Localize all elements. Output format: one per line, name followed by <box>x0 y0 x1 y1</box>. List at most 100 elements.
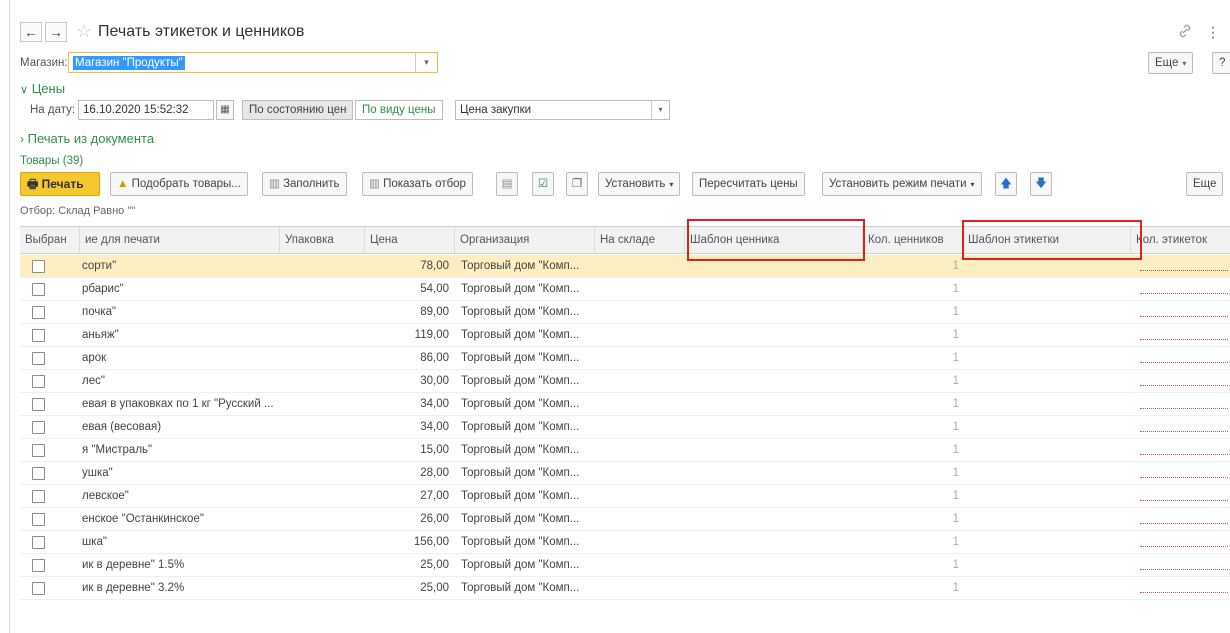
cell-label-qty[interactable] <box>1140 546 1228 547</box>
cell-label-qty[interactable] <box>1140 592 1228 593</box>
show-filter-button[interactable]: ▥ Показать отбор <box>362 172 473 196</box>
check-all-button[interactable]: ☑ <box>532 172 554 196</box>
row-checkbox[interactable] <box>32 582 45 595</box>
calendar-icon[interactable]: ▦ <box>216 100 234 120</box>
cell-price-qty: 1 <box>952 490 959 502</box>
cell-label-qty[interactable] <box>1140 293 1228 294</box>
chevron-right-icon: › <box>20 132 24 146</box>
row-checkbox[interactable] <box>32 352 45 365</box>
favorite-star-icon[interactable]: ☆ <box>76 21 92 41</box>
cell-label-qty[interactable] <box>1140 523 1228 524</box>
table-row[interactable]: лес" 30,00 Торговый дом "Комп... 1 <box>20 370 1230 393</box>
col-selected[interactable]: Выбран <box>20 227 80 254</box>
more-vertical-icon[interactable]: ⋮ <box>1206 24 1220 41</box>
table-row[interactable]: ик в деревне" 1.5% 25,00 Торговый дом "Ком… <box>20 554 1230 577</box>
prices-section-toggle[interactable]: ∨ Цены <box>20 81 65 98</box>
date-input[interactable]: 16.10.2020 15:52:32 <box>78 100 214 120</box>
row-checkbox[interactable] <box>32 283 45 296</box>
pick-goods-label: Подобрать товары... <box>131 178 241 190</box>
table-row[interactable]: шка" 156,00 Торговый дом "Комп... 1 <box>20 531 1230 554</box>
col-org[interactable]: Организация <box>455 227 595 254</box>
price-type-select[interactable]: Цена закупки ▾ <box>455 100 670 120</box>
table-row[interactable]: левское" 27,00 Торговый дом "Комп... 1 <box>20 485 1230 508</box>
set-print-mode-button[interactable]: Установить режим печати ▾ <box>822 172 982 196</box>
cell-price: 30,00 <box>420 375 449 387</box>
col-price-qty[interactable]: Кол. ценников <box>863 227 963 254</box>
store-select[interactable]: Магазин "Продукты" ▾ <box>68 52 438 73</box>
table-row[interactable]: рбарис" 54,00 Торговый дом "Комп... 1 <box>20 278 1230 301</box>
by-price-state-toggle[interactable]: По состоянию цен <box>242 100 354 120</box>
col-stock[interactable]: На складе <box>595 227 685 254</box>
cell-name: левское" <box>82 490 129 502</box>
row-checkbox[interactable] <box>32 375 45 388</box>
cell-label-qty[interactable] <box>1140 500 1228 501</box>
row-checkbox[interactable] <box>32 260 45 273</box>
cell-label-qty[interactable] <box>1140 454 1228 455</box>
table-row[interactable]: енское "Останкинское" 26,00 Торговый дом "… <box>20 508 1230 531</box>
toolbar-more-button[interactable]: Еще <box>1186 172 1224 196</box>
row-checkbox[interactable] <box>32 306 45 319</box>
cell-price: 78,00 <box>420 260 449 272</box>
row-checkbox[interactable] <box>32 421 45 434</box>
cell-label-qty[interactable] <box>1140 477 1228 478</box>
cell-label-qty[interactable] <box>1140 316 1228 317</box>
cell-label-qty[interactable] <box>1140 270 1228 271</box>
more-button[interactable]: Еще ▾ <box>1148 52 1194 74</box>
row-checkbox[interactable] <box>32 559 45 572</box>
link-icon[interactable] <box>1178 24 1192 41</box>
set-button[interactable]: Установить ▾ <box>598 172 681 196</box>
table-row[interactable]: евая в упаковках по 1 кг "Русский ... 34,… <box>20 393 1230 416</box>
col-label-qty[interactable]: Кол. этикеток <box>1131 227 1230 254</box>
by-price-type-toggle[interactable]: По виду цены <box>355 100 443 120</box>
table-row[interactable]: ушка" 28,00 Торговый дом "Комп... 1 <box>20 462 1230 485</box>
row-checkbox[interactable] <box>32 467 45 480</box>
caret-down-icon: ▾ <box>970 180 975 189</box>
fill-button[interactable]: ▥ Заполнить <box>262 172 347 196</box>
cell-label-qty[interactable] <box>1140 339 1228 340</box>
help-button[interactable]: ? <box>1212 52 1230 74</box>
row-checkbox[interactable] <box>32 536 45 549</box>
print-from-doc-toggle[interactable]: › Печать из документа <box>20 131 154 147</box>
table-row[interactable]: ик в деревне" 3.2% 25,00 Торговый дом "Ком… <box>20 577 1230 600</box>
printer-icon: 🖶 <box>27 177 39 191</box>
col-price[interactable]: Цена <box>365 227 455 254</box>
table-row[interactable]: арок 86,00 Торговый дом "Комп... 1 <box>20 347 1230 370</box>
row-checkbox[interactable] <box>32 398 45 411</box>
row-checkbox[interactable] <box>32 444 45 457</box>
table-row[interactable]: я "Мистраль" 15,00 Торговый дом "Комп... 1 <box>20 439 1230 462</box>
cell-label-qty[interactable] <box>1140 408 1228 409</box>
table-row[interactable]: почка" 89,00 Торговый дом "Комп... 1 <box>20 301 1230 324</box>
row-checkbox[interactable] <box>32 490 45 503</box>
arrow-left-icon: ← <box>24 24 38 40</box>
list-view-button[interactable]: ▤ <box>496 172 518 196</box>
cell-name: евая в упаковках по 1 кг "Русский ... <box>82 398 274 410</box>
cell-price-qty: 1 <box>952 559 959 571</box>
move-down-button[interactable]: 🡇 <box>1030 172 1052 196</box>
chevron-down-icon[interactable]: ▾ <box>651 101 669 119</box>
recalc-prices-button[interactable]: Пересчитать цены <box>692 172 805 196</box>
table-row[interactable]: аньяж" 119,00 Торговый дом "Комп... 1 <box>20 324 1230 347</box>
show-filter-label: Показать отбор <box>383 178 466 190</box>
table-row[interactable]: евая (весовая) 34,00 Торговый дом "Комп...… <box>20 416 1230 439</box>
set-label: Установить <box>605 178 666 190</box>
chevron-down-icon[interactable]: ▾ <box>415 53 437 72</box>
move-up-button[interactable]: 🡅 <box>995 172 1017 196</box>
print-button[interactable]: 🖶 Печать <box>20 172 100 196</box>
pick-goods-button[interactable]: ▲ Подобрать товары... <box>110 172 248 196</box>
cell-org: Торговый дом "Комп... <box>461 536 580 548</box>
store-label: Магазин: <box>20 57 68 69</box>
row-checkbox[interactable] <box>32 329 45 342</box>
col-pack[interactable]: Упаковка <box>280 227 365 254</box>
copy-button[interactable]: ❐ <box>566 172 588 196</box>
arrow-right-icon: → <box>49 24 63 40</box>
cell-label-qty[interactable] <box>1140 362 1228 363</box>
forward-button[interactable]: → <box>45 22 67 42</box>
price-type-value: Цена закупки <box>460 104 532 116</box>
cell-label-qty[interactable] <box>1140 431 1228 432</box>
cell-name: шка" <box>82 536 107 548</box>
cell-label-qty[interactable] <box>1140 569 1228 570</box>
cell-label-qty[interactable] <box>1140 385 1228 386</box>
col-name[interactable]: ие для печати <box>80 227 280 254</box>
back-button[interactable]: ← <box>20 22 42 42</box>
row-checkbox[interactable] <box>32 513 45 526</box>
